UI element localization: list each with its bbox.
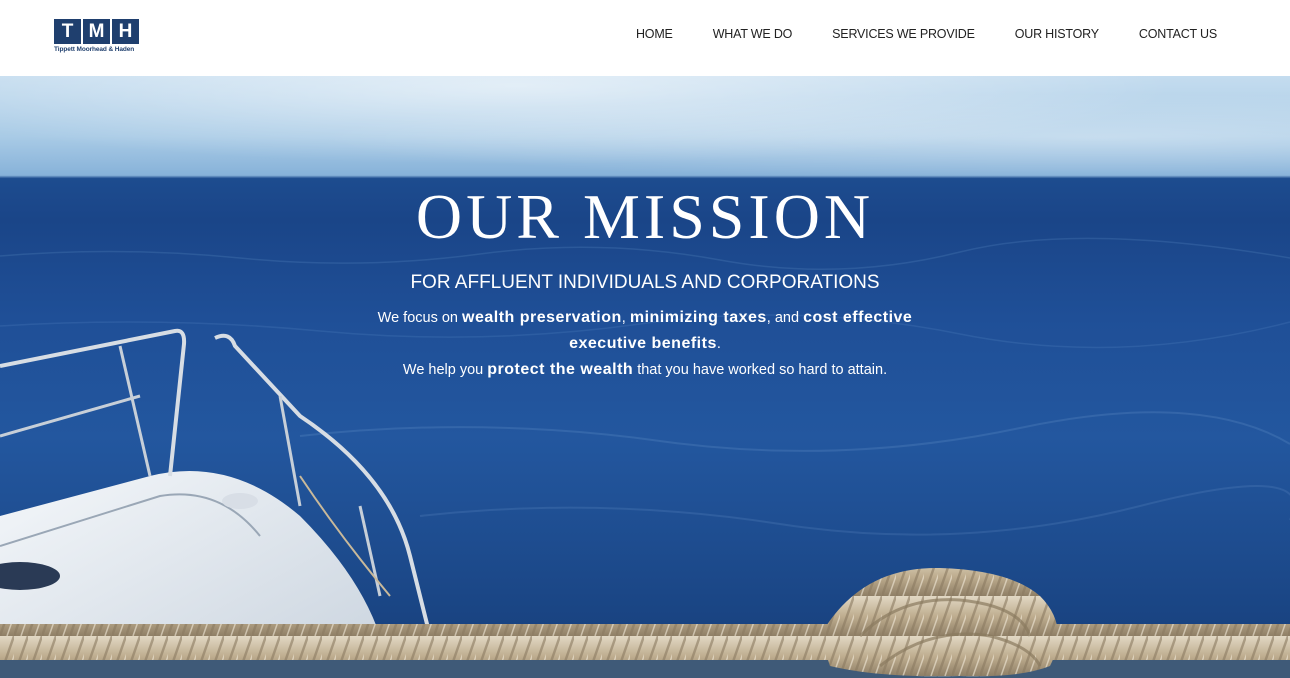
nav-what-we-do[interactable]: WHAT WE DO bbox=[713, 27, 793, 41]
hero-banner: OUR MISSION FOR AFFLUENT INDIVIDUALS AND… bbox=[0, 76, 1290, 678]
mission-subtitle: FOR AFFLUENT INDIVIDUALS AND CORPORATION… bbox=[410, 272, 880, 293]
tmh-logo[interactable]: T M H Tippett Moorhead & Haden bbox=[54, 19, 140, 57]
nav-contact-us[interactable]: CONTACT US bbox=[1139, 27, 1217, 41]
site-header: T M H Tippett Moorhead & Haden HOME WHAT… bbox=[0, 0, 1290, 76]
mission-description: We focus on wealth preservation, minimiz… bbox=[340, 305, 950, 383]
mission-line-1: We focus on wealth preservation, minimiz… bbox=[340, 305, 950, 357]
logo-letter-t: T bbox=[54, 19, 81, 44]
line2-text-2: that you have worked so hard to attain. bbox=[633, 362, 888, 378]
line1-bold-minimizing-taxes: minimizing taxes bbox=[629, 309, 767, 326]
nav-home[interactable]: HOME bbox=[636, 27, 673, 41]
logo-tagline: Tippett Moorhead & Haden bbox=[54, 46, 135, 53]
main-nav: HOME WHAT WE DO SERVICES WE PROVIDE OUR … bbox=[636, 0, 1217, 67]
mission-line-2: We help you protect the wealth that you … bbox=[340, 357, 950, 383]
logo-mark: T M H bbox=[54, 19, 140, 44]
nav-services-we-provide[interactable]: SERVICES WE PROVIDE bbox=[832, 27, 975, 41]
logo-letter-m: M bbox=[83, 19, 110, 44]
logo-letter-h: H bbox=[112, 19, 139, 44]
line2-text-1: We help you bbox=[402, 362, 488, 378]
nav-our-history[interactable]: OUR HISTORY bbox=[1015, 27, 1099, 41]
line1-text-4: . bbox=[716, 336, 721, 352]
line2-bold-protect-the-wealth: protect the wealth bbox=[487, 361, 634, 378]
line1-text-3: , and bbox=[766, 310, 804, 326]
line1-text-1: We focus on bbox=[377, 310, 463, 326]
line1-text-2: , bbox=[621, 310, 630, 326]
line1-bold-wealth-preservation: wealth preservation bbox=[462, 309, 622, 326]
mission-title: OUR MISSION bbox=[415, 181, 875, 252]
